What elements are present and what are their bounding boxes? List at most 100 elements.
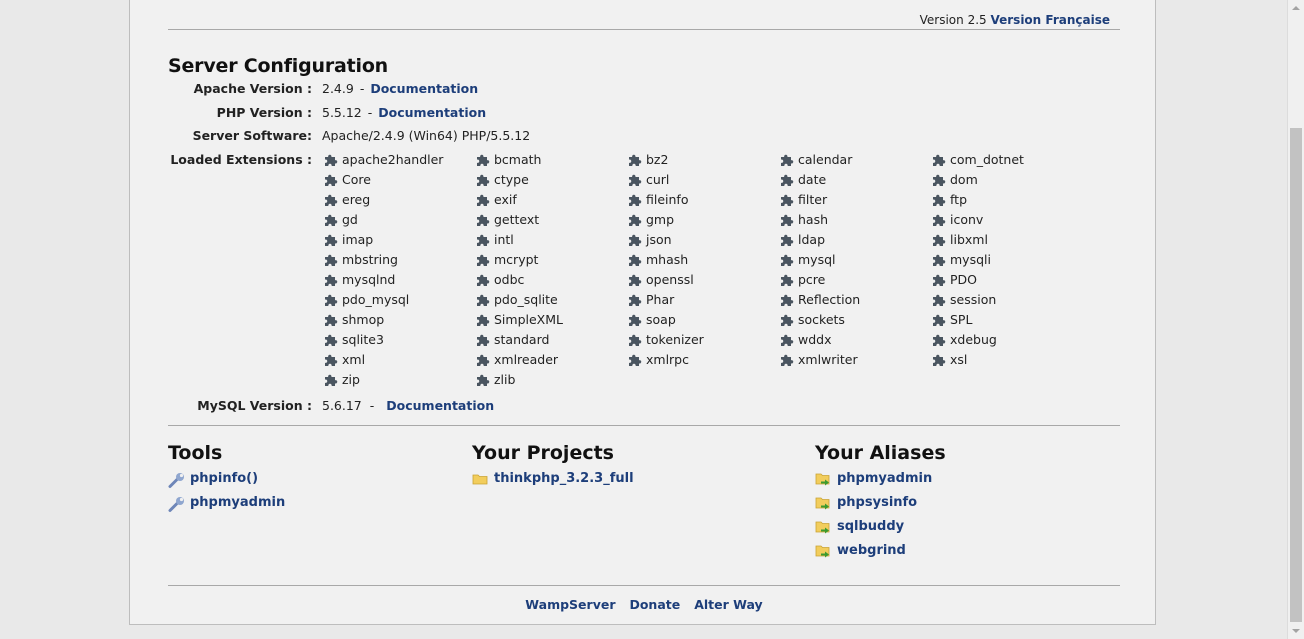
- bottom-divider: [168, 585, 1120, 586]
- server-config-title: Server Configuration: [168, 55, 388, 77]
- extension-name: gettext: [494, 212, 540, 227]
- puzzle-icon: [477, 254, 490, 266]
- puzzle-icon: [629, 274, 642, 286]
- puzzle-icon: [933, 234, 946, 246]
- extension-name: xdebug: [950, 332, 997, 347]
- extension-name: intl: [494, 232, 514, 247]
- extension-name: session: [950, 292, 997, 307]
- apache-version: 2.4.9: [322, 81, 354, 96]
- extension-name: sqlite3: [342, 332, 384, 347]
- puzzle-icon: [477, 314, 490, 326]
- puzzle-icon: [781, 194, 794, 206]
- puzzle-icon: [477, 294, 490, 306]
- puzzle-icon: [325, 214, 338, 226]
- puzzle-icon: [933, 174, 946, 186]
- puzzle-icon: [325, 194, 338, 206]
- scroll-up-icon[interactable]: [1288, 0, 1304, 16]
- extension-name: gmp: [646, 212, 675, 227]
- scroll-down-icon[interactable]: [1288, 623, 1304, 639]
- footer-link-wampserver[interactable]: WampServer: [525, 597, 615, 612]
- extension-name: xmlrpc: [646, 352, 689, 367]
- footer-link-alterway[interactable]: Alter Way: [694, 597, 762, 612]
- mysql-sep: -: [369, 398, 375, 413]
- language-link[interactable]: Version Française: [990, 13, 1110, 27]
- tools-title: Tools: [168, 442, 223, 464]
- extension-name: xmlreader: [494, 352, 559, 367]
- mysql-doc-link[interactable]: Documentation: [386, 398, 494, 413]
- middle-divider: [168, 425, 1120, 426]
- folder-arrow-icon: [815, 497, 830, 510]
- extension-name: zlib: [494, 372, 516, 387]
- extension-name: date: [798, 172, 827, 187]
- puzzle-icon: [325, 154, 338, 166]
- php-label: PHP Version :: [216, 105, 312, 120]
- puzzle-icon: [933, 354, 946, 366]
- mysql-label: MySQL Version :: [197, 398, 312, 413]
- extension-name: mysqlnd: [342, 272, 396, 287]
- extension-name: hash: [798, 212, 829, 227]
- puzzle-icon: [781, 314, 794, 326]
- puzzle-icon: [629, 334, 642, 346]
- puzzle-icon: [781, 354, 794, 366]
- vertical-scrollbar[interactable]: [1287, 0, 1304, 639]
- project-link[interactable]: thinkphp_3.2.3_full: [494, 469, 634, 489]
- puzzle-icon: [933, 254, 946, 266]
- puzzle-icon: [325, 354, 338, 366]
- extension-name: shmop: [342, 312, 385, 327]
- extension-name: SPL: [950, 312, 973, 327]
- extension-name: com_dotnet: [950, 152, 1024, 167]
- extension-name: bz2: [646, 152, 669, 167]
- extension-name: openssl: [646, 272, 694, 287]
- scroll-thumb[interactable]: [1290, 128, 1302, 622]
- extensions-label: Loaded Extensions :: [170, 152, 312, 167]
- extension-name: gd: [342, 212, 358, 227]
- extension-name: mysql: [798, 252, 836, 267]
- puzzle-icon: [477, 374, 490, 386]
- apache-label: Apache Version :: [193, 81, 312, 96]
- content-panel: Version 2.5 Version Française Server Con…: [129, 0, 1156, 625]
- folder-icon: [472, 474, 488, 485]
- extension-name: apache2handler: [342, 152, 444, 167]
- puzzle-icon: [781, 174, 794, 186]
- extension-name: fileinfo: [646, 192, 689, 207]
- puzzle-icon: [781, 214, 794, 226]
- footer-link-donate[interactable]: Donate: [629, 597, 680, 612]
- puzzle-icon: [629, 234, 642, 246]
- puzzle-icon: [629, 314, 642, 326]
- tool-link[interactable]: phpmyadmin: [190, 493, 285, 513]
- extension-name: xmlwriter: [798, 352, 858, 367]
- version-bar: Version 2.5 Version Française: [168, 13, 1110, 27]
- top-divider: [168, 29, 1120, 30]
- tool-link[interactable]: phpinfo(): [190, 469, 258, 489]
- puzzle-icon: [781, 274, 794, 286]
- extension-name: bcmath: [494, 152, 542, 167]
- extension-name: pdo_mysql: [342, 292, 410, 307]
- extension-name: exif: [494, 192, 517, 207]
- extension-name: PDO: [950, 272, 978, 287]
- extension-name: soap: [646, 312, 676, 327]
- extension-name: zip: [342, 372, 360, 387]
- php-doc-link[interactable]: Documentation: [378, 105, 486, 120]
- puzzle-icon: [325, 334, 338, 346]
- aliases-title: Your Aliases: [815, 442, 946, 464]
- alias-link[interactable]: sqlbuddy: [837, 517, 904, 537]
- puzzle-icon: [629, 354, 642, 366]
- extension-name: curl: [646, 172, 670, 187]
- extension-name: wddx: [798, 332, 832, 347]
- extension-name: tokenizer: [646, 332, 704, 347]
- alias-link[interactable]: webgrind: [837, 541, 906, 561]
- puzzle-icon: [325, 234, 338, 246]
- apache-doc-link[interactable]: Documentation: [370, 81, 478, 96]
- extension-name: ctype: [494, 172, 529, 187]
- extension-name: Reflection: [798, 292, 861, 307]
- puzzle-icon: [781, 294, 794, 306]
- puzzle-icon: [477, 154, 490, 166]
- puzzle-icon: [477, 174, 490, 186]
- alias-link[interactable]: phpmyadmin: [837, 469, 932, 489]
- extension-name: mhash: [646, 252, 689, 267]
- puzzle-icon: [629, 174, 642, 186]
- folder-arrow-icon: [815, 545, 830, 558]
- apache-sep: -: [359, 81, 365, 96]
- alias-link[interactable]: phpsysinfo: [837, 493, 917, 513]
- extension-name: sockets: [798, 312, 845, 327]
